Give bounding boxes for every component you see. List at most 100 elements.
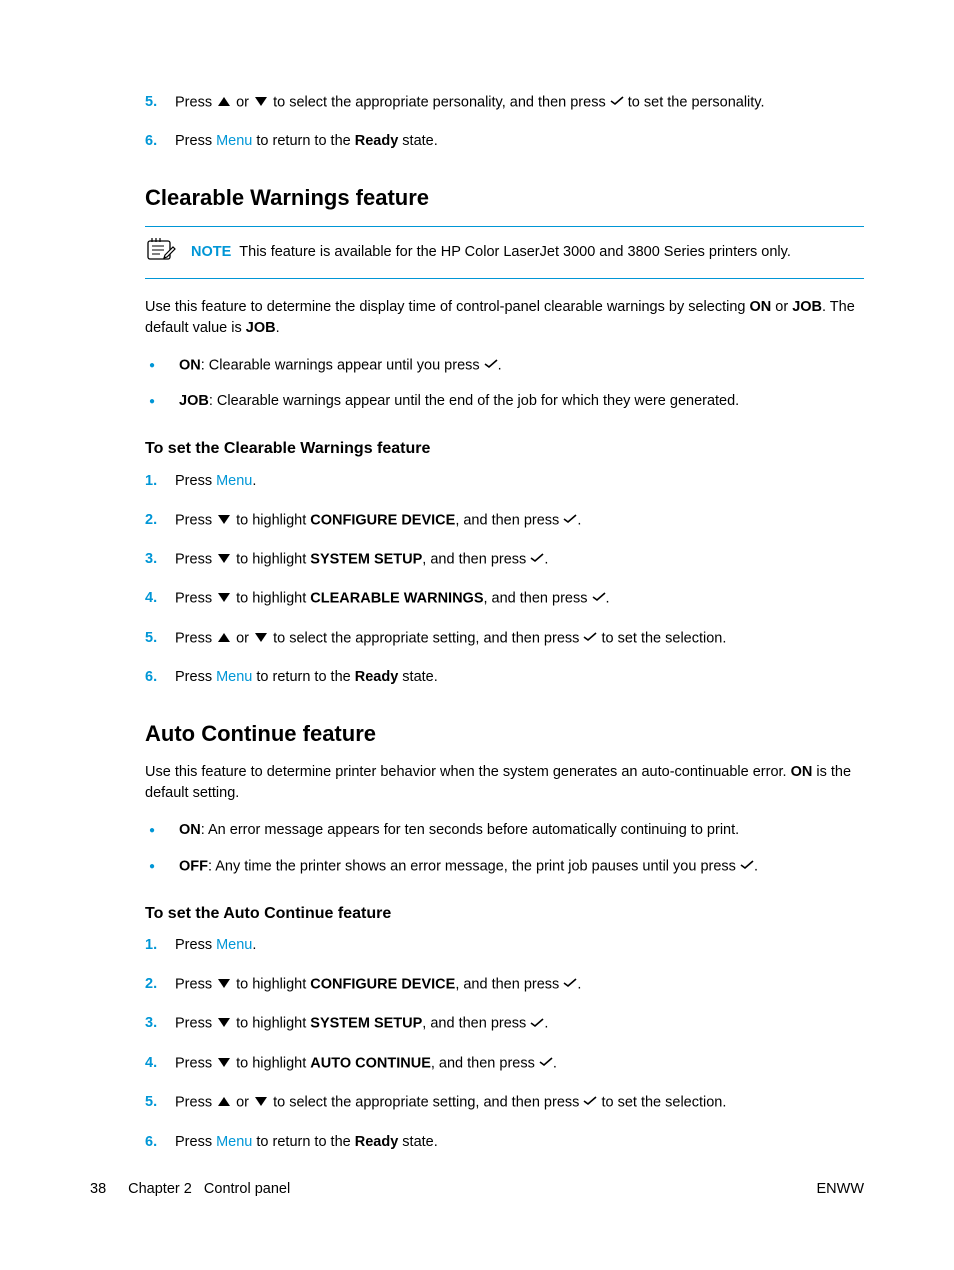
step-number: 2.: [145, 974, 175, 995]
step-text: Press Menu to return to the Ready state.: [175, 131, 438, 152]
step-text: Press to highlight SYSTEM SETUP, and the…: [175, 549, 548, 570]
step-3: 3. Press to highlight SYSTEM SETUP, and …: [145, 1013, 864, 1034]
step-number: 5.: [145, 628, 175, 649]
step-text: Press to highlight SYSTEM SETUP, and the…: [175, 1013, 548, 1034]
step-number: 6.: [145, 667, 175, 688]
step-6: 6. Press Menu to return to the Ready sta…: [145, 667, 864, 688]
auto-intro: Use this feature to determine printer be…: [145, 762, 864, 804]
bullet-text: ON: Clearable warnings appear until you …: [179, 355, 502, 376]
clearable-bullets: ● ON: Clearable warnings appear until yo…: [145, 355, 864, 413]
auto-continue-heading: Auto Continue feature: [145, 718, 864, 750]
step-5: 5. Press or to select the appropriate pe…: [145, 92, 864, 113]
note-content: NOTEThis feature is available for the HP…: [191, 242, 791, 263]
down-arrow-icon: [255, 1097, 267, 1106]
down-arrow-icon: [218, 593, 230, 602]
step-number: 3.: [145, 549, 175, 570]
step-text: Press Menu to return to the Ready state.: [175, 1132, 438, 1153]
bullet-on: ● ON: An error message appears for ten s…: [145, 820, 864, 842]
ready-label: Ready: [355, 133, 399, 149]
page-content: 5. Press or to select the appropriate pe…: [145, 92, 864, 1153]
bullet-icon: ●: [145, 856, 179, 878]
step-number: 5.: [145, 92, 175, 113]
down-arrow-icon: [218, 554, 230, 563]
note-box: NOTEThis feature is available for the HP…: [145, 226, 864, 279]
step-text: Press to highlight CONFIGURE DEVICE, and…: [175, 974, 581, 995]
clearable-warnings-heading: Clearable Warnings feature: [145, 182, 864, 214]
check-icon: [530, 1013, 544, 1034]
bullet-job: ● JOB: Clearable warnings appear until t…: [145, 391, 864, 413]
check-icon: [563, 510, 577, 531]
footer-left: 38 Chapter 2 Control panel: [90, 1179, 290, 1200]
step-2: 2. Press to highlight CONFIGURE DEVICE, …: [145, 974, 864, 995]
bullet-on: ● ON: Clearable warnings appear until yo…: [145, 355, 864, 377]
menu-label: Menu: [216, 937, 252, 953]
down-arrow-icon: [255, 633, 267, 642]
page-footer: 38 Chapter 2 Control panel ENWW: [90, 1179, 864, 1200]
up-arrow-icon: [218, 97, 230, 106]
step-text: Press Menu.: [175, 471, 256, 492]
step-text: Press or to select the appropriate setti…: [175, 628, 726, 649]
down-arrow-icon: [218, 1018, 230, 1027]
bullet-off: ● OFF: Any time the printer shows an err…: [145, 856, 864, 878]
bullet-text: OFF: Any time the printer shows an error…: [179, 856, 758, 877]
step-1: 1. Press Menu.: [145, 471, 864, 492]
menu-label: Menu: [216, 669, 252, 685]
step-number: 5.: [145, 1092, 175, 1113]
note-text: This feature is available for the HP Col…: [239, 244, 791, 260]
up-arrow-icon: [218, 1097, 230, 1106]
step-text: Press or to select the appropriate setti…: [175, 1092, 726, 1113]
step-2: 2. Press to highlight CONFIGURE DEVICE, …: [145, 510, 864, 531]
step-text: Press to highlight CLEARABLE WARNINGS, a…: [175, 588, 610, 609]
step-number: 6.: [145, 131, 175, 152]
note-icon: [145, 235, 177, 270]
step-number: 4.: [145, 588, 175, 609]
check-icon: [592, 588, 606, 609]
step-number: 2.: [145, 510, 175, 531]
menu-label: Menu: [216, 133, 252, 149]
check-icon: [583, 1092, 597, 1113]
footer-right: ENWW: [816, 1179, 864, 1200]
bullet-text: ON: An error message appears for ten sec…: [179, 820, 739, 841]
down-arrow-icon: [255, 97, 267, 106]
down-arrow-icon: [218, 515, 230, 524]
menu-label: Menu: [216, 1134, 252, 1150]
step-3: 3. Press to highlight SYSTEM SETUP, and …: [145, 549, 864, 570]
top-steps: 5. Press or to select the appropriate pe…: [145, 92, 864, 152]
step-6: 6. Press Menu to return to the Ready sta…: [145, 1132, 864, 1153]
ready-label: Ready: [355, 1134, 399, 1150]
check-icon: [583, 628, 597, 649]
auto-steps: 1. Press Menu. 2. Press to highlight CON…: [145, 935, 864, 1152]
bullet-text: JOB: Clearable warnings appear until the…: [179, 391, 739, 412]
step-6: 6. Press Menu to return to the Ready sta…: [145, 131, 864, 152]
step-number: 4.: [145, 1053, 175, 1074]
step-number: 1.: [145, 471, 175, 492]
check-icon: [539, 1053, 553, 1074]
menu-label: Menu: [216, 473, 252, 489]
page-number: 38: [90, 1179, 106, 1200]
bullet-icon: ●: [145, 820, 179, 842]
step-4: 4. Press to highlight CLEARABLE WARNINGS…: [145, 588, 864, 609]
step-number: 3.: [145, 1013, 175, 1034]
clearable-subhead: To set the Clearable Warnings feature: [145, 437, 864, 460]
auto-bullets: ● ON: An error message appears for ten s…: [145, 820, 864, 878]
clearable-intro: Use this feature to determine the displa…: [145, 297, 864, 339]
check-icon: [563, 974, 577, 995]
bullet-icon: ●: [145, 355, 179, 377]
step-text: Press or to select the appropriate perso…: [175, 92, 765, 113]
down-arrow-icon: [218, 1058, 230, 1067]
up-arrow-icon: [218, 633, 230, 642]
footer-chapter: Chapter 2 Control panel: [128, 1179, 290, 1200]
check-icon: [610, 92, 624, 113]
bullet-icon: ●: [145, 391, 179, 413]
clearable-steps: 1. Press Menu. 2. Press to highlight CON…: [145, 471, 864, 688]
step-text: Press to highlight CONFIGURE DEVICE, and…: [175, 510, 581, 531]
step-text: Press to highlight AUTO CONTINUE, and th…: [175, 1053, 557, 1074]
step-text: Press Menu.: [175, 935, 256, 956]
check-icon: [530, 549, 544, 570]
step-number: 1.: [145, 935, 175, 956]
step-5: 5. Press or to select the appropriate se…: [145, 628, 864, 649]
step-4: 4. Press to highlight AUTO CONTINUE, and…: [145, 1053, 864, 1074]
auto-subhead: To set the Auto Continue feature: [145, 902, 864, 925]
step-text: Press Menu to return to the Ready state.: [175, 667, 438, 688]
ready-label: Ready: [355, 669, 399, 685]
